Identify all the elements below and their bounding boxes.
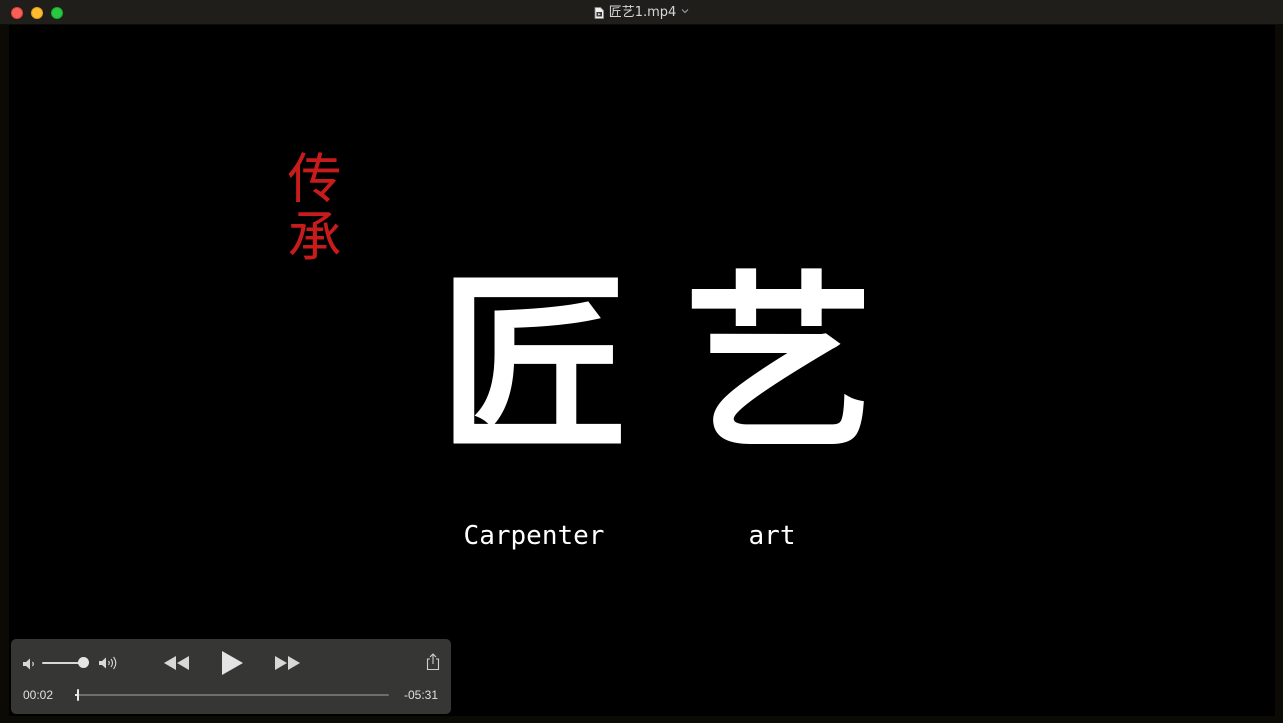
window-title-button[interactable]: 匠艺1.mp4 [594,4,690,22]
video-frame[interactable]: 传承 匠 艺 Carpenter art [9,25,1275,716]
quicktime-window: 匠艺1.mp4 传承 匠 艺 Carpenter art 00:02 -05:3… [0,0,1283,723]
main-character-one: 匠 [438,253,629,476]
caption-art: art [748,521,796,551]
volume-knob[interactable] [77,657,89,668]
play-icon[interactable] [220,650,244,676]
window-title-area: 匠艺1.mp4 [0,4,1283,22]
current-time: 00:02 [23,688,54,702]
remaining-time: -05:31 [403,688,438,702]
playback-controls: 00:02 -05:31 [11,639,451,714]
title-bar[interactable]: 匠艺1.mp4 [0,0,1283,25]
caption-carpenter: Carpenter [463,521,605,551]
speaker-high-icon[interactable] [98,655,122,671]
document-icon [594,7,604,19]
playhead[interactable] [76,689,79,701]
progress-bar[interactable] [75,694,389,696]
speaker-low-icon[interactable] [22,656,38,670]
main-character-two: 艺 [683,253,874,476]
share-icon[interactable] [425,653,441,671]
fast-forward-icon[interactable] [273,655,301,671]
window-title: 匠艺1.mp4 [608,5,677,20]
chevron-down-icon [681,3,689,21]
rewind-icon[interactable] [163,655,191,671]
vertical-red-text: 传承 [278,150,341,266]
